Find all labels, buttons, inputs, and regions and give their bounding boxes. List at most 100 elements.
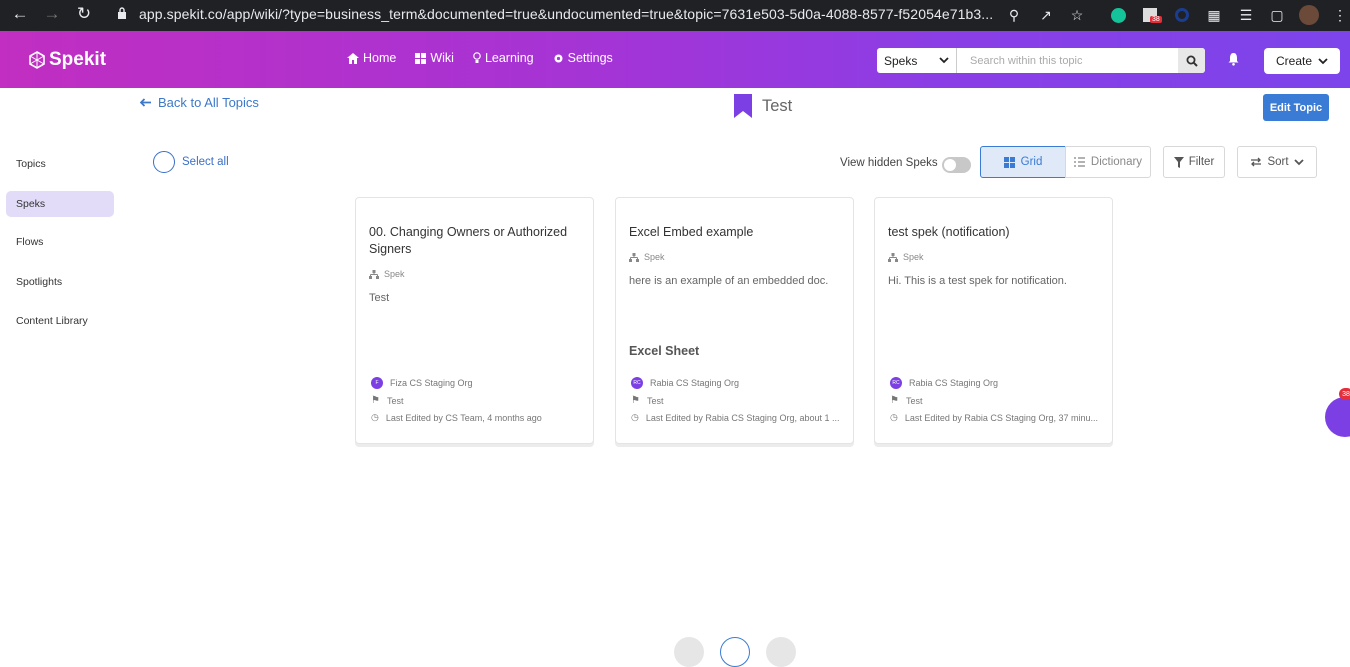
nav-learning[interactable]: Learning bbox=[473, 51, 534, 65]
nav-wiki[interactable]: Wiki bbox=[415, 51, 454, 65]
card-title: test spek (notification) bbox=[888, 225, 1010, 239]
card-type-label: Spek bbox=[644, 252, 665, 262]
clock-icon: ◷ bbox=[890, 412, 898, 422]
spekit-logo-icon bbox=[29, 51, 45, 69]
forward-arrow-icon[interactable]: → bbox=[42, 4, 62, 24]
address-bar[interactable]: app.spekit.co/app/wiki/?type=business_te… bbox=[139, 6, 993, 22]
profile-avatar[interactable] bbox=[1299, 5, 1319, 25]
create-button[interactable]: Create bbox=[1264, 48, 1340, 74]
select-all[interactable]: Select all bbox=[153, 151, 229, 173]
search-input[interactable]: Search within this topic bbox=[957, 48, 1178, 73]
card-type: Spek bbox=[888, 252, 924, 262]
sidebar-item-spotlights[interactable]: Spotlights bbox=[6, 269, 114, 295]
clock-icon: ◷ bbox=[631, 412, 639, 422]
pagination-current[interactable] bbox=[720, 637, 750, 667]
filter-icon bbox=[1173, 156, 1184, 168]
app-header: Spekit Home Wiki Learning Settings Speks… bbox=[0, 31, 1350, 88]
pagination-prev[interactable] bbox=[674, 637, 704, 667]
nav-wiki-label: Wiki bbox=[430, 51, 454, 65]
spek-card[interactable]: 00. Changing Owners or Authorized Signer… bbox=[355, 197, 594, 444]
nav-settings[interactable]: Settings bbox=[553, 51, 613, 65]
card-type: Spek bbox=[369, 269, 405, 279]
card-edited: ◷ Last Edited by Rabia CS Staging Org, 37… bbox=[890, 412, 1098, 423]
edited-label: Last Edited by CS Team, 4 months ago bbox=[385, 412, 542, 423]
grid-icon bbox=[1003, 156, 1015, 168]
arrow-left-icon bbox=[140, 98, 151, 107]
spek-card[interactable]: test spek (notification) Spek Hi. This i… bbox=[874, 197, 1113, 444]
extension-icon[interactable]: 38 bbox=[1140, 5, 1162, 25]
card-author: F Fiza CS Staging Org bbox=[371, 377, 473, 389]
grammarly-icon[interactable] bbox=[1108, 5, 1128, 25]
card-edited: ◷ Last Edited by CS Team, 4 months ago bbox=[371, 412, 542, 423]
logo-text: Spekit bbox=[49, 49, 107, 70]
search-button[interactable] bbox=[1178, 48, 1205, 73]
sort-button[interactable]: Sort bbox=[1237, 146, 1317, 178]
reload-icon[interactable]: ↻ bbox=[74, 4, 94, 24]
clock-icon: ◷ bbox=[371, 412, 379, 422]
sidebar-item-content-library[interactable]: Content Library bbox=[6, 308, 114, 334]
back-arrow-icon[interactable]: ← bbox=[10, 4, 30, 24]
select-all-checkbox[interactable] bbox=[153, 151, 175, 173]
card-body: here is an example of an embedded doc. bbox=[629, 275, 829, 287]
card-author: RC Rabia CS Staging Org bbox=[890, 377, 998, 389]
sidebar-item-topics[interactable]: Topics bbox=[6, 151, 114, 177]
grid-view-label: Grid bbox=[1020, 156, 1043, 168]
media-icon[interactable]: ☰ bbox=[1236, 5, 1256, 25]
card-tag: ⚑ Test bbox=[631, 395, 663, 406]
sort-arrows-icon bbox=[1251, 157, 1262, 167]
card-type-label: Spek bbox=[903, 252, 924, 262]
tag-label: Test bbox=[386, 395, 404, 406]
author-name: Rabia CS Staging Org bbox=[650, 378, 740, 388]
kebab-menu-icon[interactable]: ⋮ bbox=[1330, 5, 1350, 25]
spekit-widget-button[interactable] bbox=[1325, 397, 1350, 437]
pagination-next[interactable] bbox=[766, 637, 796, 667]
circle-extension-icon[interactable] bbox=[1172, 5, 1192, 25]
search-group: Speks Search within this topic bbox=[877, 48, 1205, 73]
nav-home-label: Home bbox=[363, 51, 397, 65]
list-icon bbox=[1073, 157, 1085, 167]
gear-icon bbox=[554, 54, 563, 62]
nav-home[interactable]: Home bbox=[347, 51, 396, 65]
puzzle-icon[interactable]: ▦ bbox=[1204, 5, 1224, 25]
sort-label: Sort bbox=[1267, 156, 1289, 168]
card-body: Test bbox=[369, 292, 390, 304]
widget-badge: 38 bbox=[1339, 388, 1350, 400]
zoom-icon[interactable]: ⚲ bbox=[1004, 5, 1024, 25]
avatar: RC bbox=[890, 377, 902, 389]
card-author: RC Rabia CS Staging Org bbox=[631, 377, 739, 389]
sidepanel-icon[interactable]: ▢ bbox=[1267, 5, 1287, 25]
author-name: Fiza CS Staging Org bbox=[390, 378, 473, 388]
lightbulb-icon bbox=[473, 52, 481, 63]
edit-topic-button[interactable]: Edit Topic bbox=[1263, 94, 1329, 121]
card-title: 00. Changing Owners or Authorized Signer… bbox=[369, 225, 568, 256]
bell-icon[interactable] bbox=[1227, 52, 1240, 66]
share-icon[interactable]: ↗ bbox=[1036, 5, 1056, 25]
tag-label: Test bbox=[646, 395, 664, 406]
main-nav: Home Wiki Learning Settings bbox=[347, 51, 613, 65]
search-scope-select[interactable]: Speks bbox=[877, 48, 957, 73]
nav-settings-label: Settings bbox=[567, 51, 613, 65]
avatar: RC bbox=[631, 377, 643, 389]
topic-title-text: Test bbox=[762, 96, 793, 115]
card-type-label: Spek bbox=[384, 269, 405, 279]
avatar: F bbox=[371, 377, 383, 389]
card-embed-title: Excel Sheet bbox=[629, 344, 700, 358]
grid-view-button[interactable]: Grid bbox=[980, 146, 1066, 178]
view-hidden-toggle[interactable] bbox=[942, 157, 971, 173]
spek-card[interactable]: Excel Embed example Spek here is an exam… bbox=[615, 197, 854, 444]
dictionary-view-button[interactable]: Dictionary bbox=[1065, 146, 1151, 178]
tag-label: Test bbox=[905, 395, 923, 406]
sidebar-item-flows[interactable]: Flows bbox=[6, 229, 114, 255]
tag-icon: ⚑ bbox=[371, 395, 380, 406]
card-body: Hi. This is a test spek for notification… bbox=[888, 275, 1067, 287]
browser-toolbar: ← → ↻ app.spekit.co/app/wiki/?type=busin… bbox=[0, 0, 1350, 31]
filter-button[interactable]: Filter bbox=[1163, 146, 1225, 178]
bookmark-star-icon[interactable]: ☆ bbox=[1067, 5, 1087, 25]
card-title: Excel Embed example bbox=[629, 225, 754, 239]
sidebar-item-speks[interactable]: Speks bbox=[6, 191, 114, 217]
back-to-topics-link[interactable]: Back to All Topics bbox=[140, 95, 259, 110]
card-edited: ◷ Last Edited by Rabia CS Staging Org, ab… bbox=[631, 412, 839, 423]
home-icon bbox=[347, 52, 359, 64]
spekit-logo[interactable]: Spekit bbox=[28, 49, 106, 71]
tag-icon: ⚑ bbox=[890, 395, 899, 406]
